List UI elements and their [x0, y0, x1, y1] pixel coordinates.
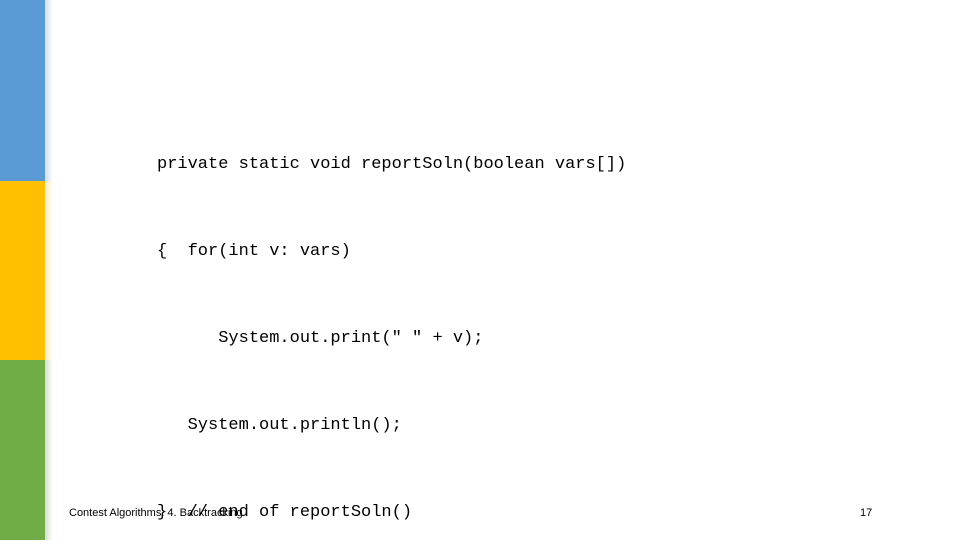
sidebar-shadow-blue — [45, 0, 53, 181]
code-line: } // end of reportSoln() — [157, 503, 413, 522]
code-line: System.out.print(" " + v); — [157, 329, 484, 348]
footer-title: Contest Algorithms: 4. Backtracking — [69, 507, 243, 519]
sidebar-segment-blue — [0, 0, 45, 181]
sidebar-segment-green — [0, 360, 45, 540]
code-line: private static void reportSoln(boolean v… — [157, 155, 627, 174]
sidebar-shadow-yellow — [45, 181, 53, 360]
footer-page-number: 17 — [860, 507, 873, 519]
code-line: System.out.println(); — [157, 416, 402, 435]
sidebar-shadow-green — [45, 360, 53, 540]
sidebar-segment-yellow — [0, 181, 45, 360]
code-block: private static void reportSoln(boolean v… — [157, 92, 897, 556]
code-line: { for(int v: vars) — [157, 242, 351, 261]
sidebar-color-bar — [0, 0, 45, 540]
